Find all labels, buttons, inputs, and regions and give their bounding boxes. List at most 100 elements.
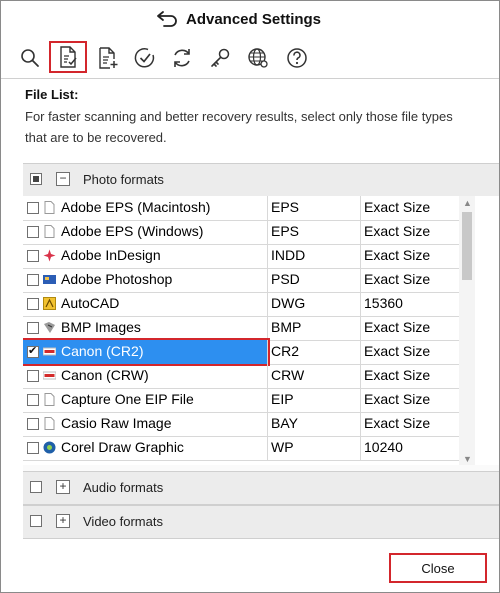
title-bar: Advanced Settings <box>1 1 499 37</box>
file-type-list: Adobe EPS (Macintosh) EPS Exact Size Ado… <box>23 196 499 465</box>
autocad-icon <box>43 297 56 310</box>
toolbar-divider <box>1 78 499 79</box>
row-extension: WP <box>271 439 294 455</box>
row-size: Exact Size <box>364 343 431 359</box>
vertical-scrollbar[interactable]: ▲ ▼ <box>459 196 475 465</box>
indesign-icon <box>43 249 56 262</box>
row-name: Canon (CRW) <box>61 367 149 383</box>
collapse-icon[interactable]: − <box>56 172 70 186</box>
file-type-row[interactable]: Adobe InDesign INDD Exact Size <box>23 244 459 269</box>
row-extension: CRW <box>271 367 305 383</box>
checkmark-circle-icon <box>134 48 155 68</box>
photoshop-icon <box>43 275 56 284</box>
row-extension: EPS <box>271 199 300 215</box>
row-name: BMP Images <box>61 319 141 335</box>
scroll-down-icon[interactable]: ▼ <box>463 455 472 464</box>
row-size: Exact Size <box>364 415 431 431</box>
group-photo-formats[interactable]: − Photo formats <box>23 163 499 197</box>
row-checkbox[interactable] <box>27 202 39 214</box>
group-checkbox-video[interactable] <box>30 515 42 527</box>
row-size: Exact Size <box>364 319 431 335</box>
row-extension: DWG <box>271 295 306 311</box>
file-list-heading: File List: <box>25 87 79 102</box>
verify-button[interactable] <box>128 41 162 75</box>
back-arrow-icon[interactable] <box>156 10 178 28</box>
bmp-icon <box>44 322 55 333</box>
file-type-row[interactable]: Adobe EPS (Windows) EPS Exact Size <box>23 220 459 245</box>
file-type-row[interactable]: Corel Draw Graphic WP 10240 <box>23 436 459 461</box>
close-button[interactable]: Close <box>389 553 487 583</box>
key-button[interactable] <box>203 41 237 75</box>
row-checkbox[interactable] <box>27 226 39 238</box>
search-icon <box>21 49 39 67</box>
row-checkbox[interactable] <box>27 322 39 334</box>
highlight-outline <box>23 338 270 366</box>
refresh-icon <box>174 49 190 67</box>
row-checkbox[interactable] <box>27 250 39 262</box>
row-name: Adobe EPS (Windows) <box>61 223 204 239</box>
group-audio-formats[interactable]: + Audio formats <box>23 471 499 505</box>
file-type-row[interactable]: Canon (CRW) CRW Exact Size <box>23 364 459 389</box>
key-icon <box>211 48 230 67</box>
row-name: Casio Raw Image <box>61 415 172 431</box>
row-name: AutoCAD <box>61 295 120 311</box>
file-list-description: For faster scanning and better recovery … <box>25 109 453 145</box>
corel-icon <box>43 441 56 454</box>
document-icon <box>44 201 55 214</box>
toolbar <box>1 39 499 77</box>
row-size: 15360 <box>364 295 403 311</box>
document-icon <box>44 417 55 430</box>
window-title: Advanced Settings <box>186 10 322 28</box>
globe-settings-icon <box>248 48 268 68</box>
scroll-up-icon[interactable]: ▲ <box>463 199 472 208</box>
add-file-icon <box>99 47 118 69</box>
row-extension: PSD <box>271 271 300 287</box>
file-type-row[interactable]: Capture One EIP File EIP Exact Size <box>23 388 459 413</box>
group-checkbox-audio[interactable] <box>30 481 42 493</box>
add-file-button[interactable] <box>91 41 125 75</box>
expand-icon[interactable]: + <box>56 480 70 494</box>
refresh-button[interactable] <box>165 41 199 75</box>
group-label-photo: Photo formats <box>83 172 164 187</box>
row-size: Exact Size <box>364 223 431 239</box>
canon-icon <box>43 371 56 380</box>
row-name: Adobe InDesign <box>61 247 161 263</box>
row-checkbox[interactable] <box>27 394 39 406</box>
file-type-row[interactable]: AutoCAD DWG 15360 <box>23 292 459 317</box>
expand-icon[interactable]: + <box>56 514 70 528</box>
row-checkbox[interactable] <box>27 418 39 430</box>
row-checkbox[interactable] <box>27 274 39 286</box>
row-checkbox[interactable] <box>27 442 39 454</box>
row-extension: CR2 <box>271 343 300 359</box>
row-size: 10240 <box>364 439 403 455</box>
file-type-row[interactable]: Adobe EPS (Macintosh) EPS Exact Size <box>23 196 459 221</box>
file-type-row[interactable]: Adobe Photoshop PSD Exact Size <box>23 268 459 293</box>
advanced-settings-window: Advanced Settings File List: For faster … <box>0 0 500 593</box>
row-size: Exact Size <box>364 391 431 407</box>
file-list-icon <box>60 46 77 68</box>
globe-settings-button[interactable] <box>241 41 275 75</box>
document-icon <box>44 225 55 238</box>
scrollbar-thumb[interactable] <box>462 212 472 280</box>
help-button[interactable] <box>280 41 314 75</box>
file-type-row[interactable]: Casio Raw Image BAY Exact Size <box>23 412 459 437</box>
row-extension: INDD <box>271 247 306 263</box>
search-button[interactable] <box>13 41 47 75</box>
group-video-formats[interactable]: + Video formats <box>23 505 499 539</box>
group-label-video: Video formats <box>83 514 163 529</box>
group-label-audio: Audio formats <box>83 480 164 495</box>
row-checkbox[interactable] <box>27 370 39 382</box>
row-extension: EIP <box>271 391 294 407</box>
row-checkbox[interactable] <box>27 298 39 310</box>
group-checkbox-photo[interactable] <box>30 173 42 185</box>
file-type-row-selected[interactable]: Canon (CR2) CR2 Exact Size <box>23 338 459 366</box>
row-name: Adobe Photoshop <box>61 271 173 287</box>
row-name: Adobe EPS (Macintosh) <box>61 199 211 215</box>
row-extension: EPS <box>271 223 300 239</box>
row-size: Exact Size <box>364 247 431 263</box>
row-size: Exact Size <box>364 367 431 383</box>
row-name: Capture One EIP File <box>61 391 194 407</box>
file-list-button[interactable] <box>49 41 87 73</box>
row-name: Corel Draw Graphic <box>61 439 184 455</box>
row-size: Exact Size <box>364 199 431 215</box>
